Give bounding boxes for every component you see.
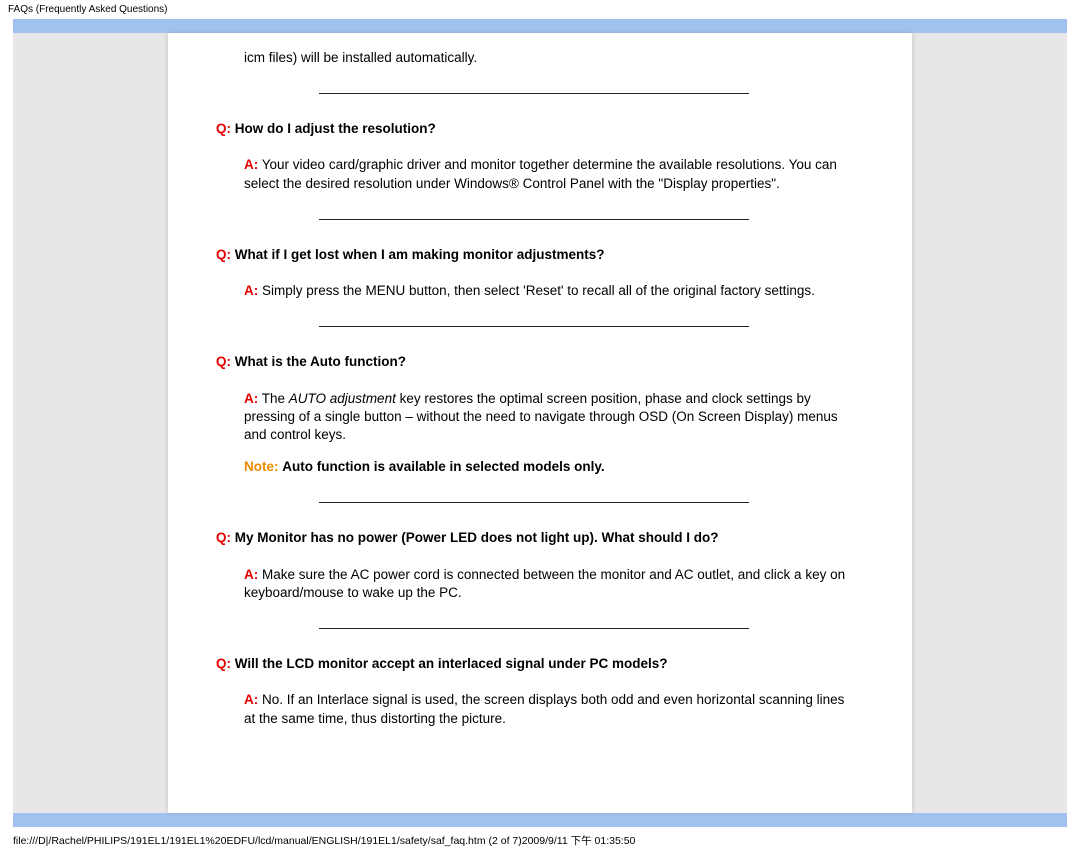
faq-answer: A: Your video card/graphic driver and mo… bbox=[244, 156, 852, 192]
q-text: How do I adjust the resolution? bbox=[235, 121, 436, 136]
separator bbox=[319, 326, 749, 327]
a-text: The AUTO adjustment key restores the opt… bbox=[244, 391, 838, 442]
separator bbox=[319, 219, 749, 220]
a-em: AUTO adjustment bbox=[289, 391, 396, 406]
faq-question: Q: What is the Auto function? bbox=[216, 353, 852, 371]
q-prefix: Q: bbox=[216, 121, 231, 136]
q-text: My Monitor has no power (Power LED does … bbox=[235, 530, 719, 545]
faq-item: Q: How do I adjust the resolution? A: Yo… bbox=[216, 120, 852, 193]
gray-background: icm files) will be installed automatical… bbox=[13, 33, 1067, 813]
q-text: What is the Auto function? bbox=[235, 354, 406, 369]
a-text: Make sure the AC power cord is connected… bbox=[244, 567, 845, 600]
faq-note: Note: Auto function is available in sele… bbox=[244, 458, 852, 476]
faq-question: Q: What if I get lost when I am making m… bbox=[216, 246, 852, 264]
a-pre: The bbox=[262, 391, 289, 406]
separator bbox=[319, 502, 749, 503]
blue-border: icm files) will be installed automatical… bbox=[13, 19, 1067, 827]
note-text: Auto function is available in selected m… bbox=[282, 459, 604, 474]
faq-answer: A: Simply press the MENU button, then se… bbox=[244, 282, 852, 300]
a-prefix: A: bbox=[244, 391, 258, 406]
a-text: Simply press the MENU button, then selec… bbox=[262, 283, 815, 298]
outer-frame: icm files) will be installed automatical… bbox=[0, 19, 1080, 827]
faq-question: Q: How do I adjust the resolution? bbox=[216, 120, 852, 138]
a-prefix: A: bbox=[244, 283, 258, 298]
q-text: Will the LCD monitor accept an interlace… bbox=[235, 656, 668, 671]
faq-item: Q: My Monitor has no power (Power LED do… bbox=[216, 529, 852, 602]
q-prefix: Q: bbox=[216, 247, 231, 262]
q-text: What if I get lost when I am making moni… bbox=[235, 247, 605, 262]
footer-path: file:///D|/Rachel/PHILIPS/191EL1/191EL1%… bbox=[0, 827, 1080, 848]
faq-answer: A: No. If an Interlace signal is used, t… bbox=[244, 691, 852, 727]
a-text: No. If an Interlace signal is used, the … bbox=[244, 692, 844, 725]
content-area: icm files) will be installed automatical… bbox=[188, 33, 892, 728]
a-text: Your video card/graphic driver and monit… bbox=[244, 157, 837, 190]
window-title: FAQs (Frequently Asked Questions) bbox=[0, 0, 1080, 19]
faq-item: Q: Will the LCD monitor accept an interl… bbox=[216, 655, 852, 728]
document-page: icm files) will be installed automatical… bbox=[168, 33, 912, 813]
a-prefix: A: bbox=[244, 567, 258, 582]
faq-answer: A: Make sure the AC power cord is connec… bbox=[244, 566, 852, 602]
q-prefix: Q: bbox=[216, 354, 231, 369]
faq-question: Q: Will the LCD monitor accept an interl… bbox=[216, 655, 852, 673]
a-prefix: A: bbox=[244, 157, 258, 172]
note-prefix: Note: bbox=[244, 459, 279, 474]
separator bbox=[319, 93, 749, 94]
faq-item: Q: What if I get lost when I am making m… bbox=[216, 246, 852, 300]
a-prefix: A: bbox=[244, 692, 258, 707]
q-prefix: Q: bbox=[216, 530, 231, 545]
faq-answer: A: The AUTO adjustment key restores the … bbox=[244, 390, 852, 445]
q-prefix: Q: bbox=[216, 656, 231, 671]
faq-question: Q: My Monitor has no power (Power LED do… bbox=[216, 529, 852, 547]
separator bbox=[319, 628, 749, 629]
continuation-text: icm files) will be installed automatical… bbox=[216, 33, 852, 67]
faq-item: Q: What is the Auto function? A: The AUT… bbox=[216, 353, 852, 476]
